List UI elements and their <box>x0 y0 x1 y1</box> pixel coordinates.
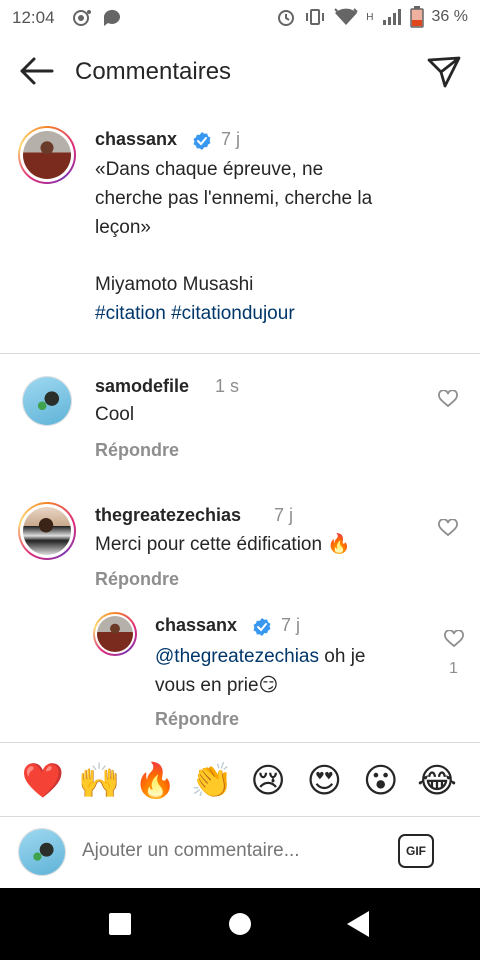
heart-icon[interactable] <box>444 630 464 648</box>
input-divider <box>0 816 480 817</box>
battery-percent: 36 % <box>431 8 468 25</box>
network-type: H <box>366 11 374 23</box>
heart-icon[interactable] <box>438 519 458 537</box>
like-count: 1 <box>449 660 458 677</box>
caption-text: «Dans chaque épreuve, ne cherche pas l'e… <box>95 155 455 328</box>
page-title: Commentaires <box>75 58 232 85</box>
reply-button[interactable]: Répondre <box>95 569 179 590</box>
caption-divider <box>0 353 480 354</box>
emoji-clap[interactable]: 👏 <box>189 761 235 801</box>
back-button[interactable] <box>347 911 369 937</box>
caption-time: 7 j <box>221 129 241 149</box>
emoji-cry[interactable]: 😢 <box>245 761 291 801</box>
comment-username[interactable]: thegreatezechias <box>95 505 241 526</box>
reply-time: 7 j <box>281 615 301 635</box>
battery-icon <box>409 6 424 28</box>
header: Commentaires <box>0 40 480 104</box>
comment-text: Cool <box>95 404 135 425</box>
vibrate-icon <box>306 9 325 25</box>
reply-username[interactable]: chassanx <box>155 615 237 636</box>
verified-badge-icon <box>193 132 211 150</box>
caption-avatar[interactable] <box>18 126 76 184</box>
caption-username[interactable]: chassanx <box>95 129 177 150</box>
reply-button[interactable]: Répondre <box>95 440 179 461</box>
emoji-joy[interactable]: 😂 <box>414 761 460 801</box>
home-button[interactable] <box>229 913 251 935</box>
caption-author: Miyamoto Musashi <box>95 274 254 295</box>
comment-text: Merci pour cette édification 🔥 <box>95 533 352 555</box>
back-arrow-icon[interactable] <box>18 56 54 86</box>
emoji-bar: ❤️ 🙌 🔥 👏 😢 😍 😮 😂 <box>0 752 480 810</box>
recents-button[interactable] <box>109 913 131 935</box>
reply-text: @thegreatezechias oh je vous en prie😏 <box>155 646 366 696</box>
send-icon[interactable] <box>426 54 462 90</box>
signal-icon <box>382 9 401 25</box>
gif-button[interactable]: GIF <box>398 834 434 868</box>
status-time: 12:04 <box>12 8 55 27</box>
comment-time: 1 s <box>215 376 240 396</box>
comment-input-bar: GIF <box>0 818 480 888</box>
reply-avatar[interactable] <box>93 612 137 656</box>
comment-username[interactable]: samodefile <box>95 376 189 397</box>
comment-time: 7 j <box>274 505 294 525</box>
verified-badge-icon <box>253 618 271 636</box>
smirk-emoji: 😏 <box>258 674 279 696</box>
emoji-divider <box>0 742 480 743</box>
heart-icon[interactable] <box>438 390 458 408</box>
notification-icons <box>72 8 122 28</box>
status-indicators: H 36 % <box>276 6 468 28</box>
navigation-bar <box>0 888 480 960</box>
alarm-icon <box>278 10 295 26</box>
emoji-heart[interactable]: ❤️ <box>20 761 66 801</box>
mention-link[interactable]: @thegreatezechias <box>155 646 319 667</box>
comment-input[interactable] <box>82 840 372 862</box>
reply-button[interactable]: Répondre <box>155 709 239 730</box>
status-bar: 12:04 H 36 % <box>0 0 480 36</box>
emoji-surprised[interactable]: 😮 <box>358 761 404 801</box>
comment-avatar[interactable] <box>18 502 76 560</box>
hashtag-citationdujour[interactable]: #citationdujour <box>171 303 295 324</box>
fire-emoji: 🔥 <box>327 533 352 555</box>
emoji-heart-eyes[interactable]: 😍 <box>301 761 347 801</box>
user-avatar <box>18 828 66 876</box>
hashtag-citation[interactable]: #citation <box>95 303 166 324</box>
emoji-fire[interactable]: 🔥 <box>133 761 179 801</box>
emoji-raised-hands[interactable]: 🙌 <box>76 761 122 801</box>
wifi-icon <box>334 8 359 25</box>
message-icon <box>103 9 120 26</box>
notification-icon <box>73 10 91 26</box>
comment-avatar[interactable] <box>22 376 72 426</box>
